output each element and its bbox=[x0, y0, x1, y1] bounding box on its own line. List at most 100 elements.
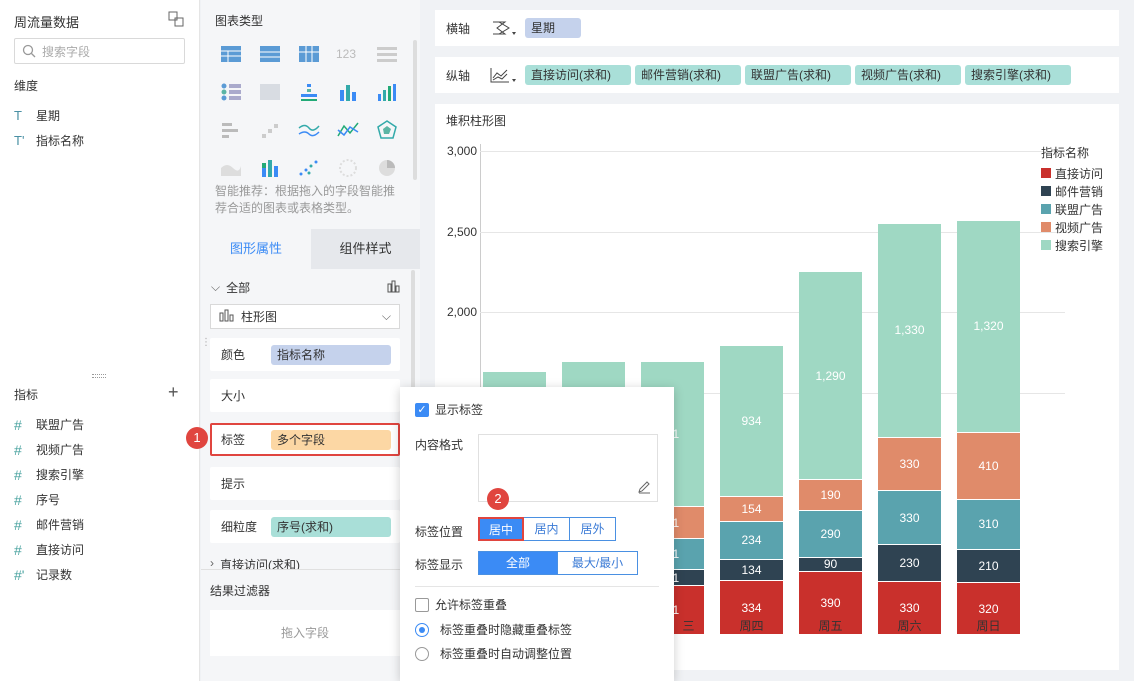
display-all-button[interactable]: 全部 bbox=[478, 551, 558, 575]
measure-item[interactable]: # 直接访问 bbox=[0, 537, 200, 562]
heat-table-icon[interactable] bbox=[219, 82, 243, 102]
legend-item[interactable]: 视频广告 bbox=[1041, 218, 1121, 236]
show-label-checkbox[interactable]: ✓ 显示标签 bbox=[415, 401, 483, 418]
bar-segment[interactable]: 1,290 bbox=[799, 272, 862, 480]
color-row[interactable]: 颜色 指标名称 bbox=[210, 338, 400, 371]
bar-segment[interactable]: 330 bbox=[878, 491, 941, 544]
position-inside-button[interactable]: 居内 bbox=[524, 517, 570, 541]
label-row[interactable]: 标签 多个字段 bbox=[210, 423, 400, 456]
y-field-pill[interactable]: 邮件营销(求和) bbox=[635, 65, 741, 85]
size-row[interactable]: 大小 bbox=[210, 379, 400, 412]
stacked-bar[interactable]: 334 134 234 154 934 bbox=[720, 144, 783, 634]
cross-table-icon[interactable] bbox=[258, 44, 282, 64]
switch-dataset-icon[interactable] bbox=[168, 11, 184, 27]
stacked-bar[interactable]: 390 90 290 190 1,290 bbox=[799, 144, 862, 634]
bar-segment[interactable]: 210 bbox=[957, 549, 1020, 583]
add-measure-icon[interactable]: + bbox=[168, 382, 179, 403]
bar-segment[interactable]: 330 bbox=[878, 438, 941, 491]
edit-pencil-icon[interactable] bbox=[637, 480, 651, 497]
drag-handle-icon[interactable]: ⋮ bbox=[201, 337, 211, 348]
scatter-icon[interactable] bbox=[297, 158, 321, 178]
all-section-header[interactable]: ⌵ 全部 bbox=[211, 279, 401, 296]
dot-bar-icon[interactable] bbox=[297, 82, 321, 102]
dimension-item[interactable]: T' 指标名称 bbox=[0, 128, 200, 153]
dimension-item[interactable]: T 星期 bbox=[0, 103, 200, 128]
bar-segment[interactable]: 154 bbox=[720, 496, 783, 521]
bar-segment[interactable]: 290 bbox=[799, 510, 862, 557]
legend-item[interactable]: 搜索引擎 bbox=[1041, 236, 1121, 254]
bubble-icon[interactable] bbox=[336, 158, 360, 178]
table-icon[interactable] bbox=[219, 44, 243, 64]
y-field-pill[interactable]: 直接访问(求和) bbox=[525, 65, 631, 85]
auto-adjust-radio[interactable]: 标签重叠时自动调整位置 bbox=[415, 645, 572, 662]
chart-type-select[interactable]: 柱形图 ⌵ bbox=[210, 304, 400, 329]
bar-segment[interactable]: 1,330 bbox=[878, 223, 941, 438]
tab-component-style[interactable]: 组件样式 bbox=[311, 229, 420, 269]
stacked-bar[interactable]: 320 210 310 410 1,320 bbox=[957, 144, 1020, 634]
grouped-column-icon[interactable] bbox=[375, 82, 399, 102]
measure-item[interactable]: # 搜索引擎 bbox=[0, 462, 200, 487]
data-label: 234 bbox=[741, 533, 762, 548]
data-label: 934 bbox=[741, 414, 762, 429]
search-field[interactable]: 搜索字段 bbox=[14, 38, 185, 64]
position-center-button[interactable]: 居中 bbox=[478, 517, 524, 541]
kpi-icon[interactable]: 123 bbox=[336, 44, 360, 64]
measure-item[interactable]: #' 记录数 bbox=[0, 562, 200, 587]
measure-item[interactable]: # 视频广告 bbox=[0, 437, 200, 462]
line-chart-icon[interactable] bbox=[297, 120, 321, 140]
pie-icon[interactable] bbox=[375, 158, 399, 178]
column-chart-icon[interactable] bbox=[336, 82, 360, 102]
bar-segment[interactable]: 1,320 bbox=[957, 220, 1020, 433]
collapsed-series-item[interactable]: › 直接访问(求和) bbox=[210, 556, 400, 569]
measure-label: 视频广告 bbox=[36, 443, 85, 457]
label-field-pill[interactable]: 多个字段 bbox=[271, 429, 391, 450]
measure-item[interactable]: # 联盟广告 bbox=[0, 412, 200, 437]
bar-segment[interactable]: 234 bbox=[720, 521, 783, 559]
bar-segment[interactable]: 410 bbox=[957, 433, 1020, 499]
bar-segment[interactable]: 310 bbox=[957, 499, 1020, 549]
detail-table-icon[interactable] bbox=[297, 44, 321, 64]
y-field-pill[interactable]: 视频广告(求和) bbox=[855, 65, 961, 85]
y-field-pill[interactable]: 联盟广告(求和) bbox=[745, 65, 851, 85]
tab-graphic-attributes[interactable]: 图形属性 bbox=[201, 229, 311, 269]
bar-chart-icon[interactable] bbox=[219, 120, 243, 140]
measure-label: 搜索引擎 bbox=[36, 468, 85, 482]
resize-handle[interactable] bbox=[92, 374, 106, 378]
bar-segment[interactable]: 190 bbox=[799, 480, 862, 510]
hide-overlap-radio[interactable]: 标签重叠时隐藏重叠标签 bbox=[415, 621, 572, 638]
bar-segment[interactable]: 90 bbox=[799, 557, 862, 571]
measure-item[interactable]: # 邮件营销 bbox=[0, 512, 200, 537]
y-axis-sort-icon[interactable] bbox=[489, 66, 525, 84]
measure-item[interactable]: # 序号 bbox=[0, 487, 200, 512]
allow-overlap-checkbox[interactable]: 允许标签重叠 bbox=[415, 596, 507, 613]
map-icon[interactable] bbox=[258, 82, 282, 102]
area-icon[interactable] bbox=[219, 158, 243, 178]
legend-item[interactable]: 邮件营销 bbox=[1041, 182, 1121, 200]
radar-icon[interactable] bbox=[375, 120, 399, 140]
bar-segment[interactable]: 230 bbox=[878, 544, 941, 581]
stacked-column-icon[interactable] bbox=[258, 158, 282, 178]
tooltip-label: 提示 bbox=[221, 477, 246, 491]
legend-item[interactable]: 直接访问 bbox=[1041, 164, 1121, 182]
legend-item[interactable]: 联盟广告 bbox=[1041, 200, 1121, 218]
stacked-bar[interactable]: 330 230 330 330 1,330 bbox=[878, 144, 941, 634]
bar-segment[interactable]: 934 bbox=[720, 346, 783, 496]
color-field-pill[interactable]: 指标名称 bbox=[271, 344, 391, 365]
waterfall-icon[interactable] bbox=[258, 120, 282, 140]
x-axis-sort-icon[interactable] bbox=[489, 19, 525, 37]
chart-type-scrollbar[interactable] bbox=[413, 40, 417, 180]
tooltip-row[interactable]: 提示 bbox=[210, 467, 400, 500]
x-field-pill[interactable]: 星期 bbox=[525, 18, 581, 38]
granularity-row[interactable]: 细粒度 序号(求和) bbox=[210, 510, 400, 543]
granularity-field-pill[interactable]: 序号(求和) bbox=[271, 516, 391, 537]
polyline-icon[interactable] bbox=[336, 120, 360, 140]
display-maxmin-button[interactable]: 最大/最小 bbox=[558, 551, 638, 575]
measure-label: 序号 bbox=[36, 493, 61, 507]
position-outside-button[interactable]: 居外 bbox=[570, 517, 616, 541]
search-icon bbox=[22, 44, 36, 58]
bar-segment[interactable]: 134 bbox=[720, 559, 783, 581]
filter-drop-zone[interactable]: 拖入字段 bbox=[210, 610, 400, 656]
y-field-pill[interactable]: 搜索引擎(求和) bbox=[965, 65, 1071, 85]
measure-list: # 联盟广告 # 视频广告 # 搜索引擎 # 序号 # 邮件营销 # 直接访问 #' 记录数 bbox=[0, 412, 200, 587]
list-icon[interactable] bbox=[375, 44, 399, 64]
